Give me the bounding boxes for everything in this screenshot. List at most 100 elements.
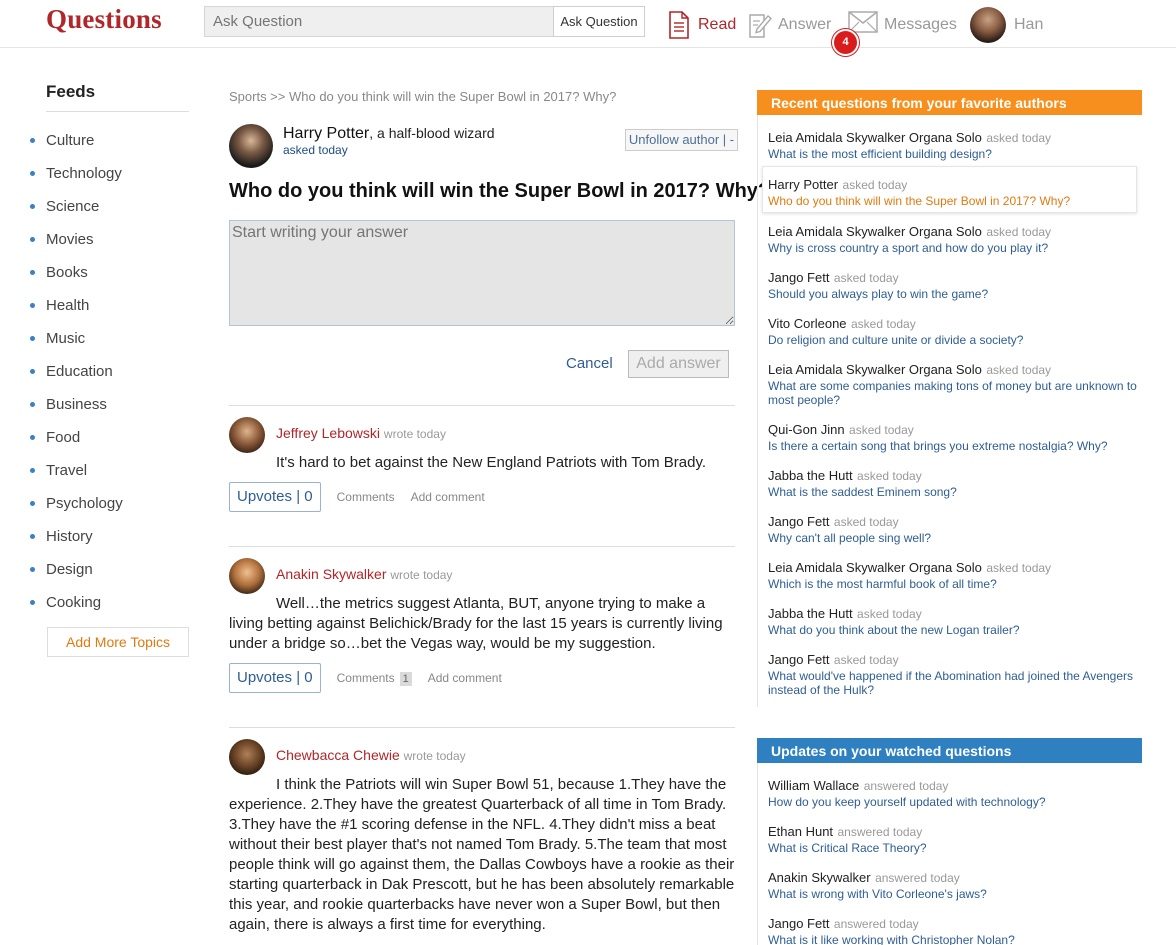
author-name[interactable]: Jango Fett (768, 514, 829, 529)
question-link[interactable]: What is Critical Race Theory? (768, 841, 1138, 855)
answer-author[interactable]: Chewbacca Chewie (276, 747, 400, 763)
author-name[interactable]: Harry Potter (768, 177, 838, 192)
feed-item[interactable]: Books (30, 256, 123, 289)
answer-author-avatar[interactable] (229, 558, 265, 594)
update-item[interactable]: William Wallace answered today How do you… (768, 777, 1138, 809)
comments-link[interactable]: Comments (337, 490, 395, 504)
answer-author-avatar[interactable] (229, 739, 265, 775)
question-link[interactable]: Why is cross country a sport and how do … (768, 241, 1138, 255)
cancel-button[interactable]: Cancel (566, 355, 613, 372)
feed-item[interactable]: Education (30, 355, 123, 388)
comments-link[interactable]: Comments 1 (337, 671, 412, 686)
asker-name[interactable]: Harry Potter (283, 125, 369, 142)
author-name[interactable]: Leia Amidala Skywalker Organa Solo (768, 224, 982, 239)
question-link[interactable]: How do you keep yourself updated with te… (768, 795, 1138, 809)
add-answer-button[interactable]: Add answer (628, 350, 729, 378)
question-link[interactable]: What is it like working with Christopher… (768, 933, 1138, 945)
question-link[interactable]: What would've happened if the Abominatio… (768, 669, 1138, 697)
author-name[interactable]: Leia Amidala Skywalker Organa Solo (768, 130, 982, 145)
feed-item[interactable]: Food (30, 421, 123, 454)
unfollow-author-button[interactable]: Unfollow author | - (625, 129, 738, 151)
update-item[interactable]: Jango Fett answered today What is it like… (768, 915, 1138, 945)
recent-question-item[interactable]: Leia Amidala Skywalker Organa Solo asked… (768, 361, 1138, 407)
feed-item[interactable]: Cooking (30, 586, 123, 619)
recent-question-item[interactable]: Qui-Gon Jinn asked today Is there a certa… (768, 421, 1138, 453)
asker-avatar[interactable] (229, 124, 273, 168)
author-name[interactable]: Leia Amidala Skywalker Organa Solo (768, 362, 982, 377)
recent-question-item[interactable]: Vito Corleone asked today Do religion and… (768, 315, 1138, 347)
asked-time: asked today (857, 607, 922, 621)
question-link[interactable]: What is the most efficient building desi… (768, 147, 1138, 161)
update-item[interactable]: Anakin Skywalker answered today What is w… (768, 869, 1138, 901)
recent-question-item[interactable]: Leia Amidala Skywalker Organa Solo asked… (768, 129, 1138, 161)
breadcrumb[interactable]: Sports >> Who do you think will win the … (229, 89, 616, 104)
bullet-icon (30, 501, 35, 506)
author-name[interactable]: Ethan Hunt (768, 824, 833, 839)
recent-question-item[interactable]: Jango Fett asked today Why can't all peop… (768, 513, 1138, 545)
answer-textarea[interactable] (229, 220, 735, 326)
question-link[interactable]: What is wrong with Vito Corleone's jaws? (768, 887, 1138, 901)
question-link[interactable]: What do you think about the new Logan tr… (768, 623, 1138, 637)
search-input[interactable] (204, 6, 554, 37)
author-name[interactable]: Leia Amidala Skywalker Organa Solo (768, 560, 982, 575)
author-name[interactable]: Vito Corleone (768, 316, 847, 331)
asked-time: asked today (857, 469, 922, 483)
author-name[interactable]: Anakin Skywalker (768, 870, 871, 885)
upvote-button[interactable]: Upvotes | 0 (229, 482, 321, 512)
recent-question-item[interactable]: Leia Amidala Skywalker Organa Solo asked… (768, 559, 1138, 591)
site-logo[interactable]: Questions (46, 4, 162, 35)
recent-question-item[interactable]: Jabba the Hutt asked today What do you th… (768, 605, 1138, 637)
update-item[interactable]: Ethan Hunt answered today What is Critica… (768, 823, 1138, 855)
question-link[interactable]: Who do you think will win the Super Bowl… (768, 194, 1138, 208)
add-more-topics-button[interactable]: Add More Topics (47, 627, 189, 657)
add-comment-link[interactable]: Add comment (411, 490, 485, 504)
question-link[interactable]: Is there a certain song that brings you … (768, 439, 1138, 453)
question-link[interactable]: What is the saddest Eminem song? (768, 485, 1138, 499)
nav-read[interactable]: Read (668, 9, 736, 41)
feed-item[interactable]: Movies (30, 223, 123, 256)
question-link[interactable]: What are some companies making tons of m… (768, 379, 1138, 407)
author-name[interactable]: Jango Fett (768, 270, 829, 285)
upvote-button[interactable]: Upvotes | 0 (229, 663, 321, 693)
author-name[interactable]: William Wallace (768, 778, 859, 793)
asked-time: asked today (833, 653, 899, 667)
nav-read-label: Read (698, 16, 737, 33)
feed-item[interactable]: Business (30, 388, 123, 421)
author-name[interactable]: Jabba the Hutt (768, 606, 853, 621)
recent-question-item[interactable]: Harry Potter asked today Who do you think… (768, 176, 1138, 208)
recent-question-item[interactable]: Jabba the Hutt asked today What is the sa… (768, 467, 1138, 499)
question-link[interactable]: Which is the most harmful book of all ti… (768, 577, 1138, 591)
ask-question-button[interactable]: Ask Question (553, 6, 645, 37)
recent-question-item[interactable]: Leia Amidala Skywalker Organa Solo asked… (768, 223, 1138, 255)
nav-messages[interactable]: Messages (848, 9, 957, 41)
recent-question-item[interactable]: Jango Fett asked today Should you always … (768, 269, 1138, 301)
feed-item[interactable]: History (30, 520, 123, 553)
author-name[interactable]: Jabba the Hutt (768, 468, 853, 483)
answer-author[interactable]: Anakin Skywalker (276, 566, 387, 582)
author-name[interactable]: Jango Fett (768, 916, 829, 931)
asked-time: asked today (986, 131, 1052, 145)
feed-item[interactable]: Technology (30, 157, 123, 190)
feed-item[interactable]: Health (30, 289, 123, 322)
feed-item[interactable]: Psychology (30, 487, 123, 520)
answer-author-avatar[interactable] (229, 417, 265, 453)
answer-time: wrote today (383, 427, 446, 441)
feed-item[interactable]: Travel (30, 454, 123, 487)
feed-label: Business (46, 396, 107, 413)
question-link[interactable]: Why can't all people sing well? (768, 531, 1138, 545)
feed-item[interactable]: Science (30, 190, 123, 223)
add-comment-link[interactable]: Add comment (428, 671, 502, 685)
author-name[interactable]: Jango Fett (768, 652, 829, 667)
recent-question-item[interactable]: Jango Fett asked today What would've happ… (768, 651, 1138, 697)
question-link[interactable]: Do religion and culture unite or divide … (768, 333, 1138, 347)
feed-label: Movies (46, 231, 94, 248)
feed-item[interactable]: Culture (30, 124, 123, 157)
feed-item[interactable]: Music (30, 322, 123, 355)
nav-answer[interactable]: Answer (748, 9, 831, 41)
author-name[interactable]: Qui-Gon Jinn (768, 422, 845, 437)
question-link[interactable]: Should you always play to win the game? (768, 287, 1138, 301)
answer-body: I think the Patriots will win Super Bowl… (229, 776, 735, 933)
user-menu[interactable]: Han (970, 7, 1043, 43)
feed-item[interactable]: Design (30, 553, 123, 586)
answer-author[interactable]: Jeffrey Lebowski (276, 425, 380, 441)
